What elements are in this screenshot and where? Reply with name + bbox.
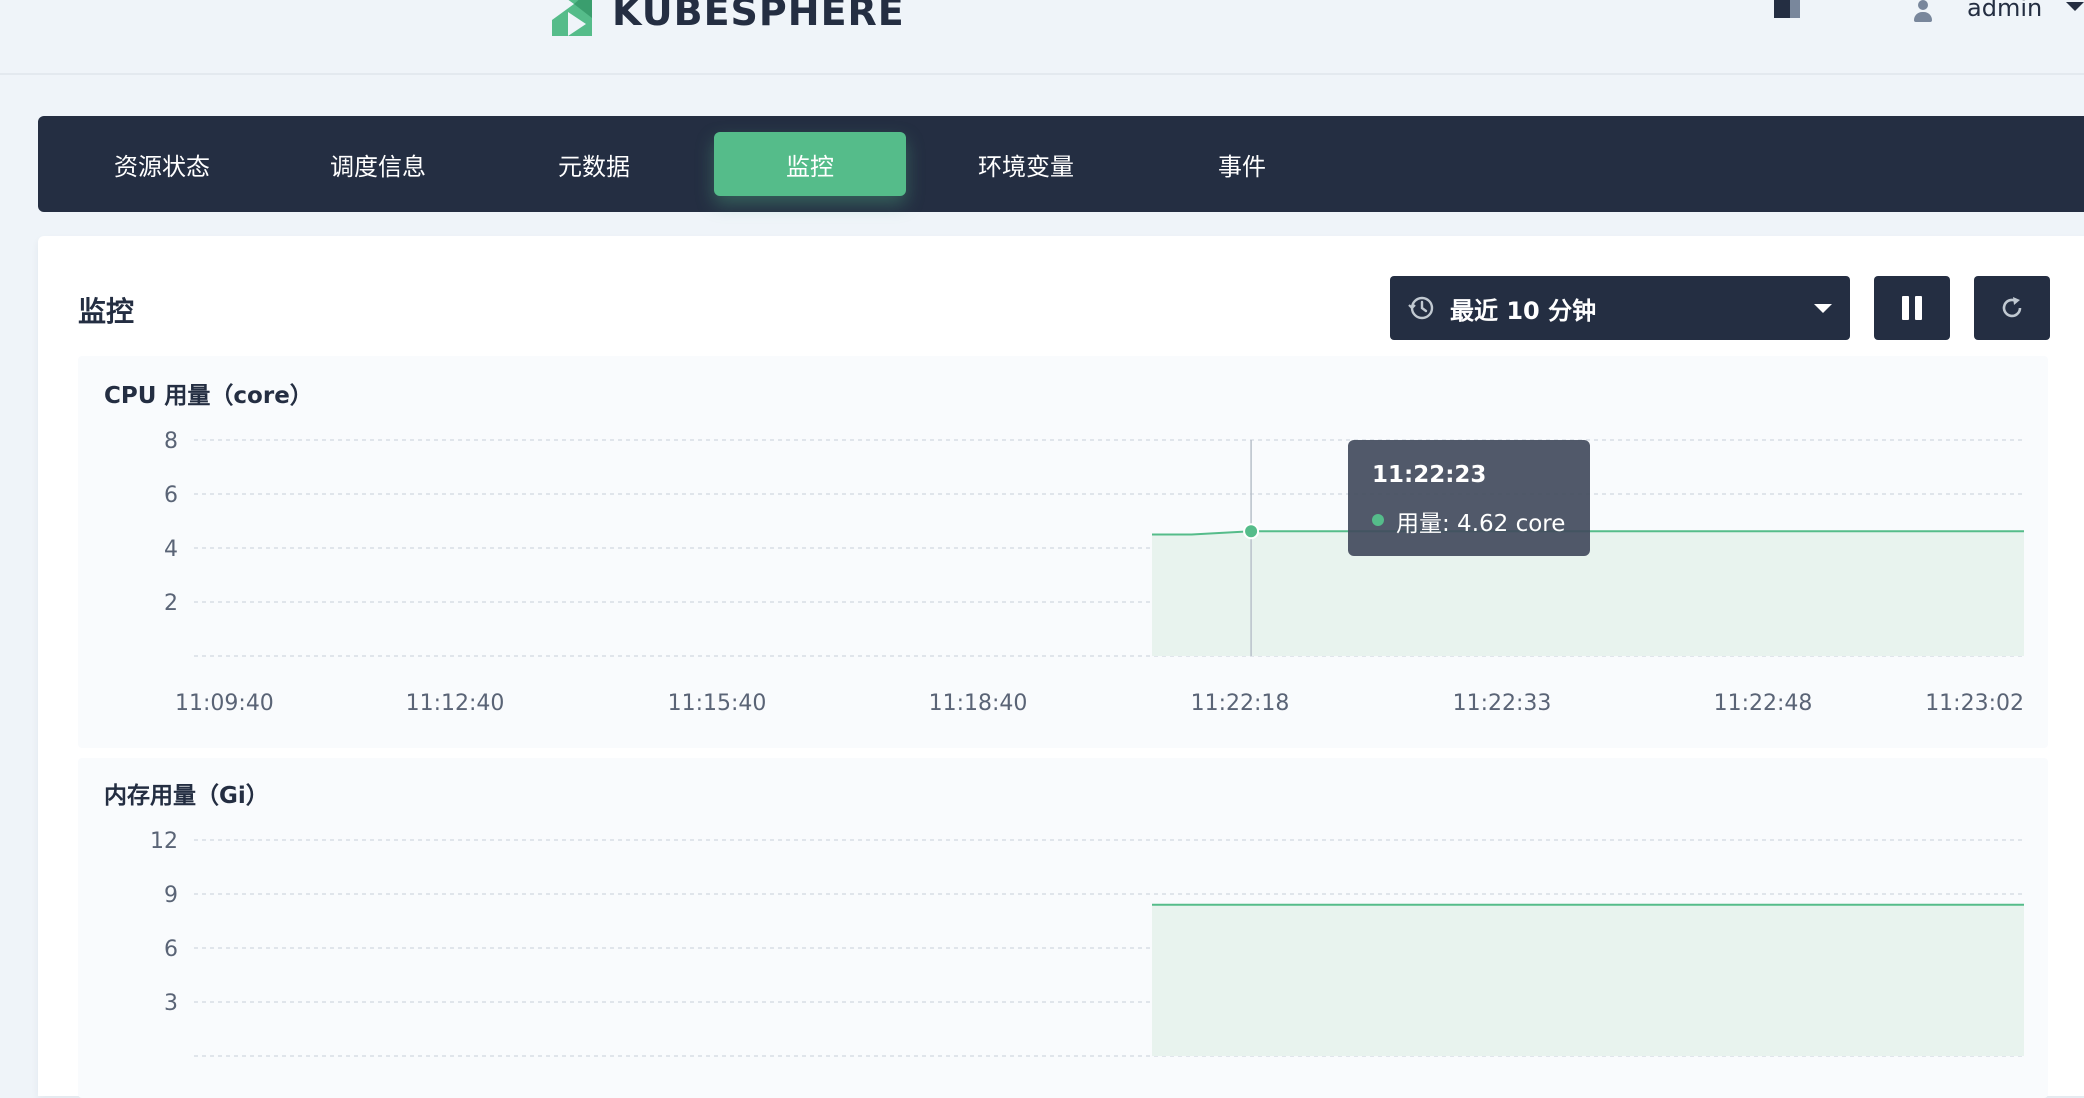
y-tick-label: 6	[164, 937, 178, 962]
x-tick-label: 11:18:40	[929, 691, 1028, 716]
x-tick-label: 11:23:02	[1925, 691, 2024, 716]
x-tick-label: 11:12:40	[406, 691, 505, 716]
y-tick-label: 9	[164, 883, 178, 908]
y-tick-label: 3	[164, 991, 178, 1016]
series-dot-icon	[1372, 514, 1384, 526]
hover-point	[1243, 523, 1260, 540]
y-tick-label: 4	[164, 537, 178, 562]
series-area	[1152, 904, 2024, 1056]
y-tick-label: 8	[164, 429, 178, 454]
y-tick-label: 6	[164, 483, 178, 508]
chart-tooltip: 11:22:23 用量: 4.62 core	[1348, 440, 1590, 556]
x-tick-label: 11:22:18	[1191, 691, 1290, 716]
y-tick-label: 2	[164, 591, 178, 616]
tooltip-value: 用量: 4.62 core	[1396, 511, 1566, 537]
x-tick-label: 11:22:48	[1714, 691, 1813, 716]
x-tick-label: 11:15:40	[668, 691, 767, 716]
usage-charts: 2 4 6 8 11:09:40 11:12:40 11:15:40 11:18:40 11:2…	[150, 429, 2024, 1057]
x-tick-label: 11:22:33	[1453, 691, 1552, 716]
y-tick-label: 12	[150, 829, 178, 854]
x-tick-label: 11:09:40	[175, 691, 274, 716]
tooltip-time: 11:22:23	[1372, 462, 1487, 488]
